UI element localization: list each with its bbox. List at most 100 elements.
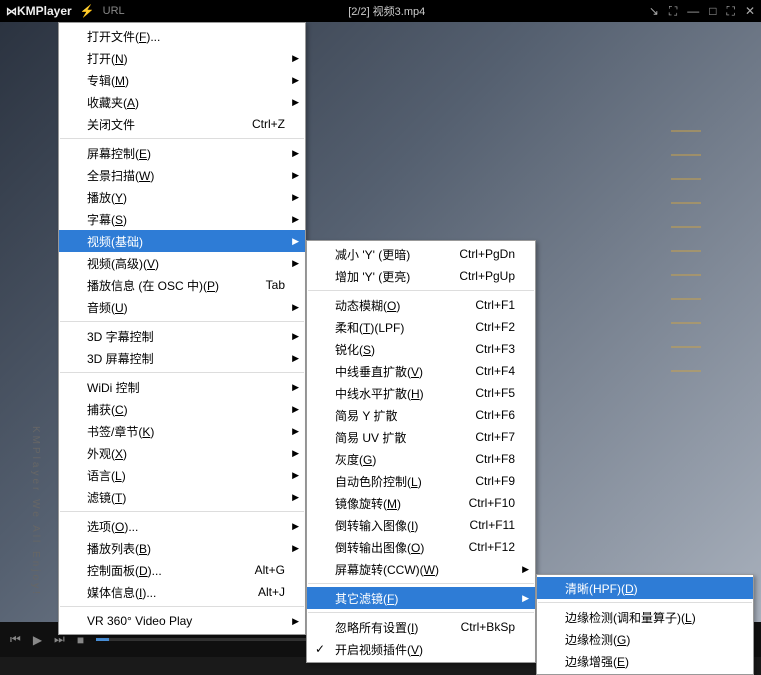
- main-menu-item-19[interactable]: 捕获(C)▶: [59, 398, 305, 420]
- main-menu-item-10[interactable]: 视频(基础)▶: [59, 230, 305, 252]
- menu-shortcut: Ctrl+F3: [475, 342, 515, 356]
- main-menu-item-1[interactable]: 打开(N)▶: [59, 47, 305, 69]
- video-menu-item-0[interactable]: 减小 'Y' (更暗)Ctrl+PgDn: [307, 243, 535, 265]
- filter-menu-item-0[interactable]: 清晰(HPF)(D): [537, 577, 753, 599]
- menu-shortcut: Ctrl+F7: [475, 430, 515, 444]
- menu-item-label: 简易 Y 扩散: [335, 407, 397, 424]
- filter-menu-item-4[interactable]: 边缘增强(E): [537, 650, 753, 672]
- titlebar: ⋈KMPlayer ⚡ URL [2/2] 视频3.mp4 ↘ ⛶ — □ ⛶ …: [0, 0, 761, 22]
- menu-item-label: WiDi 控制: [87, 379, 140, 396]
- main-menu-item-11[interactable]: 视频(高级)(V)▶: [59, 252, 305, 274]
- main-menu-item-18[interactable]: WiDi 控制▶: [59, 376, 305, 398]
- menu-item-label: 滤镜(T): [87, 489, 126, 506]
- menu-item-label: 锐化(S): [335, 341, 375, 358]
- menu-shortcut: Ctrl+Z: [252, 117, 285, 131]
- filter-menu-item-3[interactable]: 边缘检测(G): [537, 628, 753, 650]
- submenu-arrow-icon: ▶: [292, 214, 299, 225]
- play-icon[interactable]: ▶: [33, 633, 42, 647]
- flash-icon[interactable]: ⚡: [80, 4, 95, 18]
- menu-item-label: 灰度(G): [335, 451, 376, 468]
- window-title: [2/2] 视频3.mp4: [125, 3, 649, 19]
- menu-shortcut: Ctrl+F9: [475, 474, 515, 488]
- menu-item-label: 全景扫描(W): [87, 167, 154, 184]
- main-menu-item-23[interactable]: 滤镜(T) ▶: [59, 486, 305, 508]
- maximize-icon[interactable]: □: [709, 4, 716, 19]
- video-menu-item-4[interactable]: 柔和(T)(LPF)Ctrl+F2: [307, 316, 535, 338]
- main-menu-item-25[interactable]: 选项(O)...▶: [59, 515, 305, 537]
- video-menu-item-17[interactable]: 其它滤镜(F)▶: [307, 587, 535, 609]
- submenu-arrow-icon: ▶: [292, 148, 299, 159]
- main-menu-item-21[interactable]: 外观(X) ▶: [59, 442, 305, 464]
- video-menu-item-6[interactable]: 中线垂直扩散(V) Ctrl+F4: [307, 360, 535, 382]
- video-menu-item-10[interactable]: 灰度(G)Ctrl+F8: [307, 448, 535, 470]
- video-menu-item-1[interactable]: 增加 'Y' (更亮)Ctrl+PgUp: [307, 265, 535, 287]
- video-menu-item-19[interactable]: 忽略所有设置(I)Ctrl+BkSp: [307, 616, 535, 638]
- submenu-arrow-icon: ▶: [292, 492, 299, 503]
- menu-item-label: 边缘检测(G): [565, 631, 630, 648]
- main-menu-item-3[interactable]: 收藏夹(A)▶: [59, 91, 305, 113]
- menu-shortcut: Ctrl+F2: [475, 320, 515, 334]
- main-menu-item-16[interactable]: 3D 屏幕控制▶: [59, 347, 305, 369]
- main-menu-item-4[interactable]: 关闭文件Ctrl+Z: [59, 113, 305, 135]
- menu-shortcut: Ctrl+F4: [475, 364, 515, 378]
- video-menu-item-9[interactable]: 简易 UV 扩散Ctrl+F7: [307, 426, 535, 448]
- main-menu-item-0[interactable]: 打开文件(F)...: [59, 25, 305, 47]
- video-menu-item-15[interactable]: 屏幕旋转(CCW)(W)▶: [307, 558, 535, 580]
- video-menu-item-13[interactable]: 倒转输入图像(I)Ctrl+F11: [307, 514, 535, 536]
- minimize-icon[interactable]: —: [687, 4, 699, 19]
- submenu-arrow-icon: ▶: [292, 470, 299, 481]
- main-menu-item-26[interactable]: 播放列表(B)▶: [59, 537, 305, 559]
- menu-item-label: 中线垂直扩散(V): [335, 363, 423, 380]
- main-menu-item-27[interactable]: 控制面板(D)...Alt+G: [59, 559, 305, 581]
- submenu-arrow-icon: ▶: [292, 258, 299, 269]
- main-menu-item-8[interactable]: 播放(Y)▶: [59, 186, 305, 208]
- main-menu-item-20[interactable]: 书签/章节(K)▶: [59, 420, 305, 442]
- video-menu-item-5[interactable]: 锐化(S) Ctrl+F3: [307, 338, 535, 360]
- submenu-arrow-icon: ▶: [292, 448, 299, 459]
- submenu-arrow-icon: ▶: [522, 593, 529, 604]
- submenu-arrow-icon: ▶: [292, 331, 299, 342]
- menu-item-label: 倒转输出图像(O): [335, 539, 424, 556]
- menu-item-label: 控制面板(D)...: [87, 562, 162, 579]
- video-menu-item-14[interactable]: 倒转输出图像(O)Ctrl+F12: [307, 536, 535, 558]
- main-menu-item-13[interactable]: 音频(U)▶: [59, 296, 305, 318]
- menu-separator: [60, 606, 304, 607]
- main-menu-item-9[interactable]: 字幕(S) ▶: [59, 208, 305, 230]
- menu-item-label: 打开(N): [87, 50, 128, 67]
- close-icon[interactable]: ✕: [745, 4, 755, 19]
- side-branding: KMPlayer We All Enjoy!: [30, 426, 41, 597]
- main-menu-item-7[interactable]: 全景扫描(W)▶: [59, 164, 305, 186]
- menu-shortcut: Ctrl+PgUp: [459, 269, 515, 283]
- main-menu-item-12[interactable]: 播放信息 (在 OSC 中)(P)Tab: [59, 274, 305, 296]
- submenu-arrow-icon: ▶: [292, 404, 299, 415]
- menu-item-label: 3D 字幕控制: [87, 328, 154, 345]
- menu-item-label: 中线水平扩散(H): [335, 385, 424, 402]
- main-menu-item-6[interactable]: 屏幕控制(E)▶: [59, 142, 305, 164]
- main-menu-item-2[interactable]: 专辑(M)▶: [59, 69, 305, 91]
- submenu-arrow-icon: ▶: [292, 543, 299, 554]
- main-menu-item-30[interactable]: VR 360° Video Play▶: [59, 610, 305, 632]
- menu-item-label: 外观(X): [87, 445, 127, 462]
- main-menu-item-22[interactable]: 语言(L)▶: [59, 464, 305, 486]
- filter-menu-item-2[interactable]: 边缘检测(调和量算子)(L): [537, 606, 753, 628]
- main-menu-item-28[interactable]: 媒体信息(I)...Alt+J: [59, 581, 305, 603]
- menu-item-label: 动态模糊(O): [335, 297, 400, 314]
- video-menu-item-8[interactable]: 简易 Y 扩散Ctrl+F6: [307, 404, 535, 426]
- submenu-arrow-icon: ▶: [292, 75, 299, 86]
- pin-icon[interactable]: ↘: [649, 4, 659, 19]
- video-menu-item-12[interactable]: 镜像旋转(M)Ctrl+F10: [307, 492, 535, 514]
- menu-item-label: 视频(基础): [87, 233, 143, 250]
- submenu-arrow-icon: ▶: [292, 353, 299, 364]
- video-menu-item-11[interactable]: 自动色阶控制(L)Ctrl+F9: [307, 470, 535, 492]
- video-menu-item-7[interactable]: 中线水平扩散(H)Ctrl+F5: [307, 382, 535, 404]
- restore-icon[interactable]: ⛶: [669, 4, 677, 19]
- video-menu-item-3[interactable]: 动态模糊(O)Ctrl+F1: [307, 294, 535, 316]
- prev-icon[interactable]: ⏮: [10, 632, 21, 647]
- url-label[interactable]: URL: [103, 5, 125, 17]
- menu-item-label: 清晰(HPF)(D): [565, 580, 638, 597]
- menu-shortcut: Ctrl+F11: [470, 518, 515, 532]
- fullscreen-icon[interactable]: ⛶: [727, 4, 735, 19]
- main-menu-item-15[interactable]: 3D 字幕控制 ▶: [59, 325, 305, 347]
- menu-item-label: 字幕(S): [87, 211, 127, 228]
- submenu-arrow-icon: ▶: [292, 616, 299, 627]
